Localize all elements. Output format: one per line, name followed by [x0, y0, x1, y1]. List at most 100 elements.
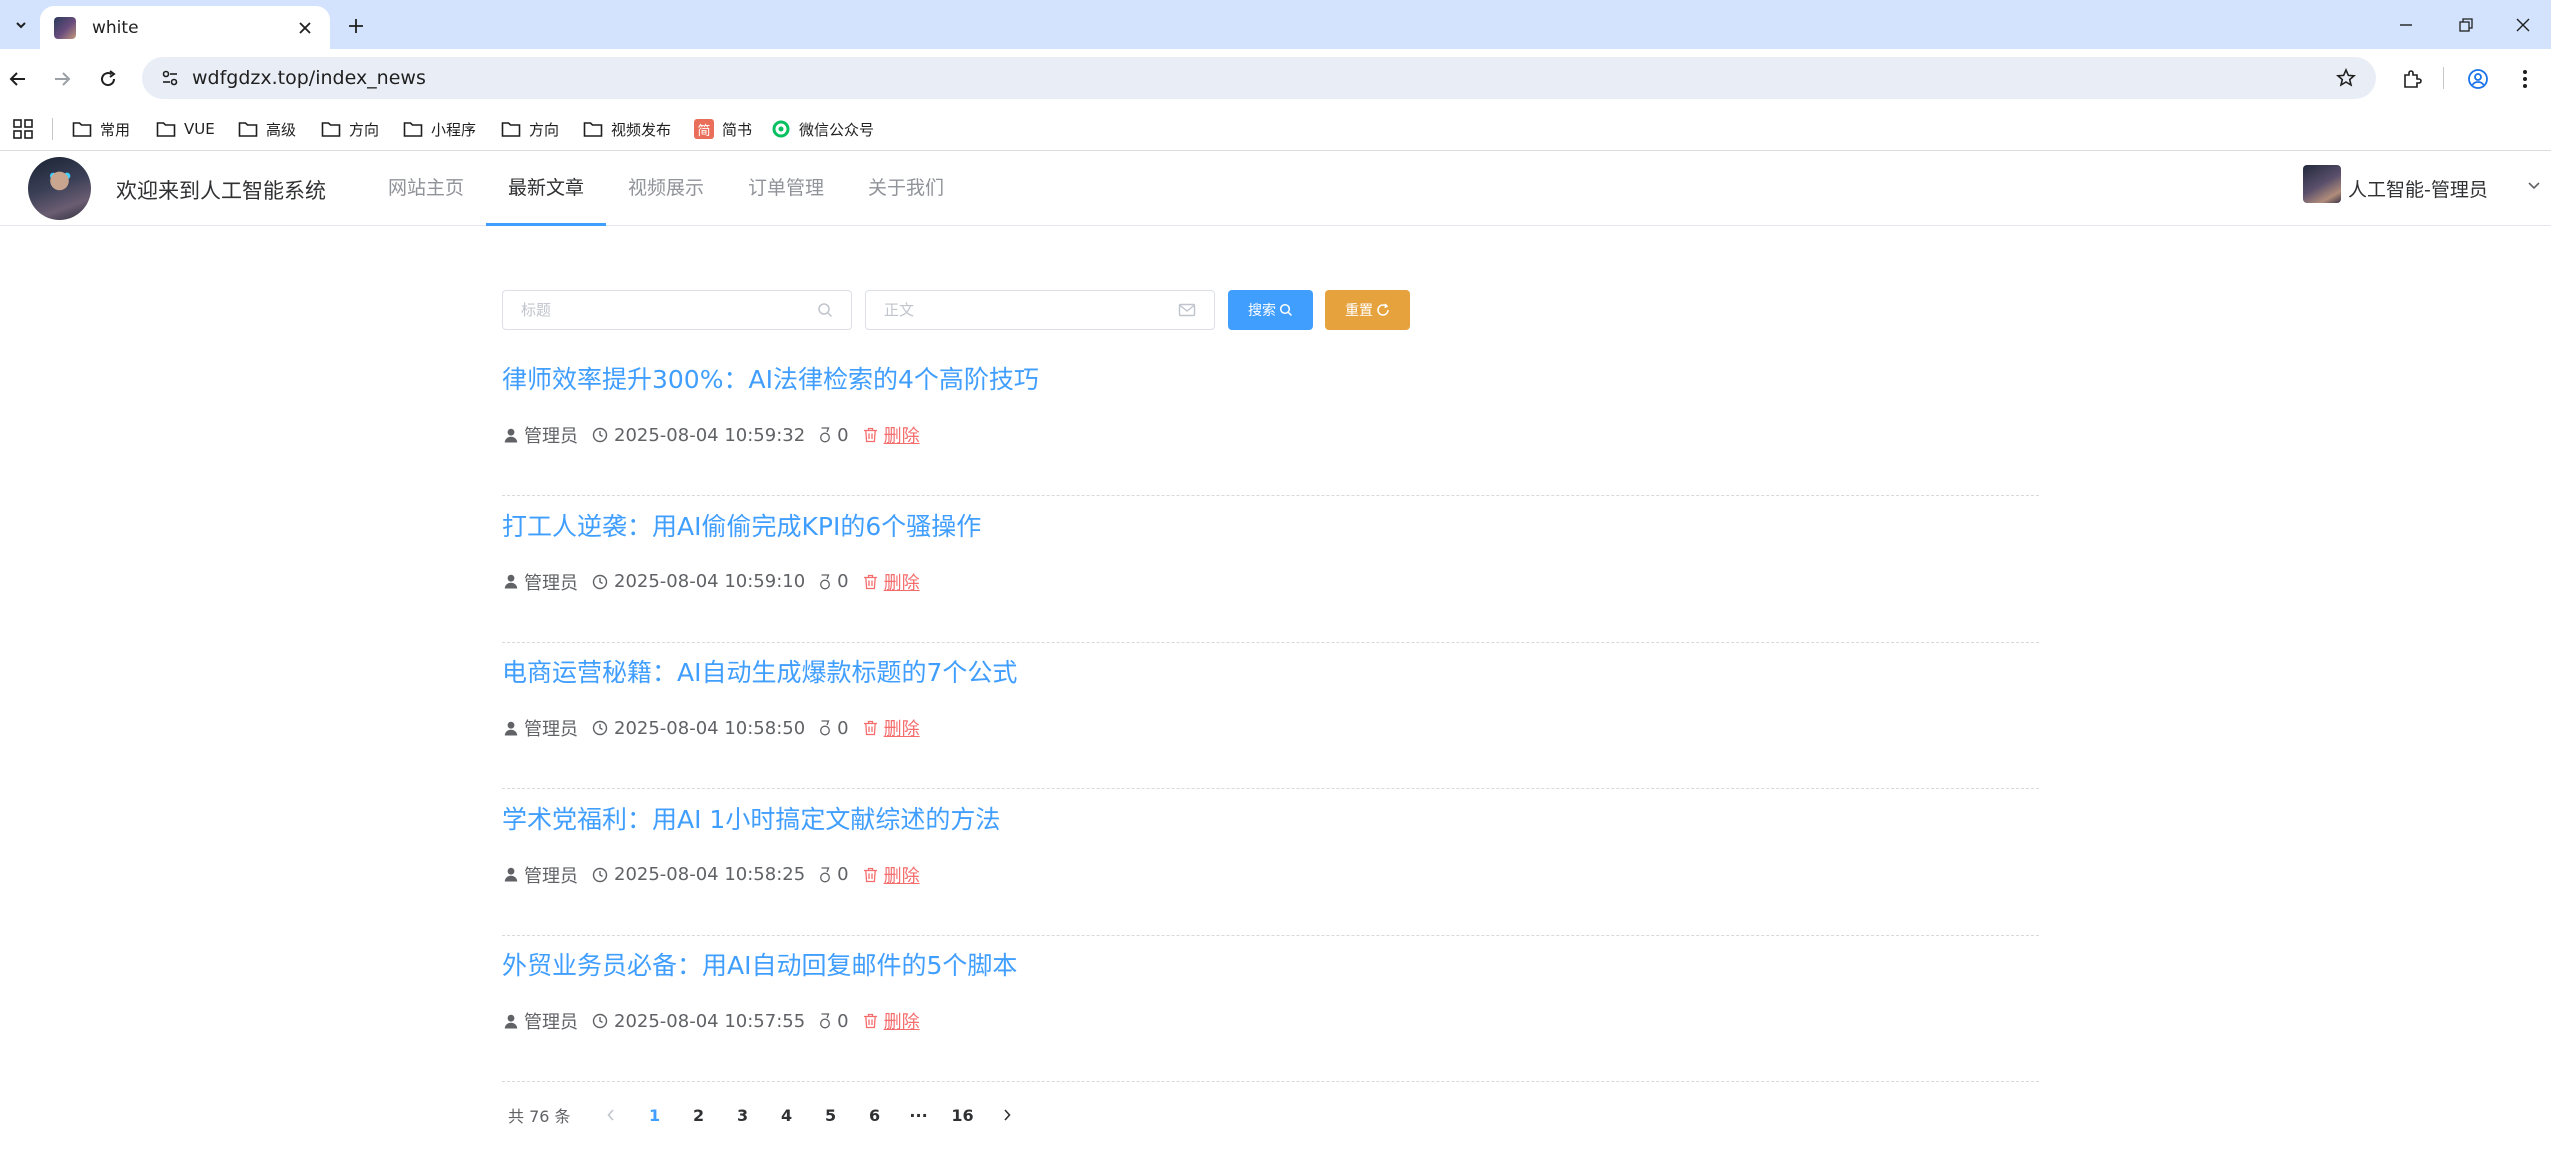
- delete-link[interactable]: 删除: [863, 1008, 920, 1034]
- bookmark-jianshu[interactable]: 简 简书: [694, 115, 752, 143]
- nav-about[interactable]: 关于我们: [851, 151, 961, 226]
- page-number[interactable]: ···: [897, 1106, 941, 1125]
- url-text[interactable]: wdfgdzx.top/index_news: [192, 67, 426, 89]
- bookmark-wechat[interactable]: 微信公众号: [771, 115, 874, 143]
- nav-orders[interactable]: 订单管理: [731, 151, 841, 226]
- trash-icon: [863, 720, 877, 736]
- user-name[interactable]: 人工智能-管理员: [2348, 175, 2488, 202]
- article-title[interactable]: 学术党福利：用AI 1小时搞定文献综述的方法: [502, 800, 1000, 836]
- article-time: 2025-08-04 10:59:32: [592, 425, 805, 446]
- title-search-field[interactable]: [502, 290, 852, 330]
- article-views: 0: [819, 1010, 849, 1032]
- minimize-icon[interactable]: [2391, 10, 2421, 40]
- medal-icon: [820, 720, 831, 736]
- bookmark-folder[interactable]: 小程序: [403, 115, 476, 143]
- article-item: 外贸业务员必备：用AI自动回复邮件的5个脚本 管理员 2025-08-04 10…: [502, 936, 2039, 1082]
- medal-icon: [820, 866, 831, 882]
- forward-arrow-icon[interactable]: [46, 63, 78, 95]
- site-logo-avatar: [28, 157, 91, 220]
- article-author: 管理员: [504, 862, 578, 888]
- delete-label: 删除: [883, 1012, 920, 1033]
- view-count: 0: [837, 571, 849, 592]
- tab-search-chevron-icon[interactable]: [8, 12, 34, 38]
- page-number[interactable]: 2: [677, 1106, 721, 1125]
- reload-icon[interactable]: [92, 63, 124, 95]
- page-number[interactable]: 4: [765, 1106, 809, 1125]
- close-window-icon[interactable]: [2508, 10, 2538, 40]
- trash-icon: [863, 867, 877, 882]
- article-meta: 管理员 2025-08-04 10:58:25 0 删除: [504, 862, 920, 888]
- author-name: 管理员: [524, 1012, 578, 1033]
- article-title[interactable]: 律师效率提升300%：AI法律检索的4个高阶技巧: [502, 360, 1039, 396]
- view-count: 0: [837, 424, 849, 446]
- pagination: 共 76 条 1 2 3 4 5 6 ··· 16: [508, 1101, 1029, 1129]
- search-button[interactable]: 搜索: [1228, 290, 1313, 330]
- prev-page-chevron-icon[interactable]: [589, 1108, 633, 1122]
- bookmark-folder[interactable]: 常用: [72, 115, 130, 143]
- extensions-puzzle-icon[interactable]: [2396, 63, 2428, 95]
- article-meta: 管理员 2025-08-04 10:57:55 0 删除: [504, 1008, 920, 1034]
- next-page-chevron-icon[interactable]: [985, 1108, 1029, 1122]
- page-number[interactable]: 16: [941, 1106, 985, 1125]
- bookmark-label: 方向: [349, 120, 380, 139]
- delete-link[interactable]: 删除: [863, 569, 920, 595]
- view-count: 0: [837, 864, 849, 885]
- author-name: 管理员: [524, 719, 578, 740]
- bookmark-folder[interactable]: VUE: [156, 115, 215, 143]
- restore-icon[interactable]: [2451, 10, 2481, 40]
- article-title[interactable]: 打工人逆袭：用AI偷偷完成KPI的6个骚操作: [502, 507, 981, 543]
- clock-icon: [592, 1013, 608, 1029]
- page-numbers: 1 2 3 4 5 6 ··· 16: [633, 1106, 985, 1125]
- article-time: 2025-08-04 10:59:10: [592, 571, 805, 592]
- message-icon: [1178, 303, 1196, 317]
- bookmark-label: 常用: [100, 120, 131, 139]
- page-number[interactable]: 6: [853, 1106, 897, 1125]
- reset-button[interactable]: 重置: [1325, 290, 1410, 330]
- title-search-input[interactable]: [521, 301, 817, 319]
- delete-link[interactable]: 删除: [863, 715, 920, 741]
- page-number[interactable]: 1: [633, 1106, 677, 1125]
- back-arrow-icon[interactable]: [2, 63, 34, 95]
- bookmark-folder[interactable]: 视频发布: [583, 115, 671, 143]
- browser-tab[interactable]: white: [40, 6, 330, 49]
- close-tab-icon[interactable]: [294, 17, 316, 39]
- delete-link[interactable]: 删除: [863, 862, 920, 888]
- delete-link[interactable]: 删除: [863, 422, 920, 448]
- site-title: 欢迎来到人工智能系统: [116, 179, 326, 203]
- content-search-input[interactable]: [884, 301, 1178, 319]
- wechat-logo-icon: [772, 120, 790, 138]
- page-number[interactable]: 3: [721, 1106, 765, 1125]
- nav-latest-articles[interactable]: 最新文章: [486, 151, 606, 226]
- site-info-tune-icon[interactable]: [156, 64, 184, 92]
- view-count: 0: [837, 1010, 849, 1032]
- bookmark-star-icon[interactable]: [2332, 64, 2360, 92]
- user-icon: [504, 721, 518, 735]
- address-bar[interactable]: wdfgdzx.top/index_news: [142, 57, 2376, 99]
- content-search-field[interactable]: [865, 290, 1215, 330]
- clock-icon: [592, 574, 608, 589]
- nav-videos[interactable]: 视频展示: [611, 151, 721, 226]
- folder-icon: [238, 122, 258, 137]
- nav-home[interactable]: 网站主页: [371, 151, 481, 226]
- article-title[interactable]: 外贸业务员必备：用AI自动回复邮件的5个脚本: [502, 946, 1017, 982]
- apps-grid-icon[interactable]: [12, 118, 34, 140]
- page-number[interactable]: 5: [809, 1106, 853, 1125]
- folder-icon: [156, 122, 176, 137]
- medal-icon: [820, 1013, 831, 1029]
- browser-menu-kebab-icon[interactable]: [2509, 63, 2541, 95]
- article-item: 学术党福利：用AI 1小时搞定文献综述的方法 管理员 2025-08-04 10…: [502, 790, 2039, 936]
- user-avatar[interactable]: [2303, 165, 2341, 203]
- clock-icon: [592, 427, 608, 443]
- article-views: 0: [819, 864, 849, 885]
- profile-account-icon[interactable]: [2462, 63, 2494, 95]
- bookmark-folder[interactable]: 方向: [501, 115, 559, 143]
- bookmark-folder[interactable]: 高级: [238, 115, 296, 143]
- publish-time: 2025-08-04 10:59:10: [614, 571, 806, 592]
- bookmark-folder[interactable]: 方向: [321, 115, 379, 143]
- chevron-down-icon[interactable]: [2527, 181, 2541, 191]
- article-title[interactable]: 电商运营秘籍：AI自动生成爆款标题的7个公式: [502, 653, 1017, 689]
- new-tab-plus-icon[interactable]: [342, 12, 370, 40]
- article-author: 管理员: [504, 422, 578, 448]
- bookmark-label: 小程序: [431, 120, 477, 139]
- medal-icon: [820, 427, 831, 443]
